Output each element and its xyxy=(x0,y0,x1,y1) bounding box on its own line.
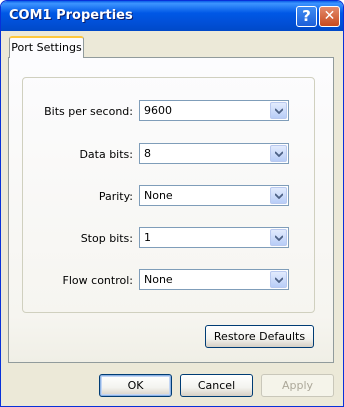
flow-control-select[interactable]: None xyxy=(139,269,289,290)
chevron-down-icon[interactable] xyxy=(270,187,287,204)
parity-label: Parity: xyxy=(98,190,133,203)
stop-bits-value: 1 xyxy=(144,231,151,244)
close-icon: ✕ xyxy=(323,8,336,24)
help-icon: ? xyxy=(302,7,311,25)
stop-bits-select[interactable]: 1 xyxy=(139,227,289,248)
bits-per-second-label: Bits per second: xyxy=(44,105,133,118)
chevron-down-icon[interactable] xyxy=(270,271,287,288)
stop-bits-label: Stop bits: xyxy=(80,232,133,245)
window-title: COM1 Properties xyxy=(9,8,133,23)
apply-button[interactable]: Apply xyxy=(261,374,334,397)
help-button[interactable]: ? xyxy=(296,6,317,27)
parity-value: None xyxy=(144,189,173,202)
data-bits-label: Data bits: xyxy=(79,148,133,161)
data-bits-select[interactable]: 8 xyxy=(139,143,289,164)
data-bits-value: 8 xyxy=(144,147,151,160)
cancel-button[interactable]: Cancel xyxy=(180,374,253,397)
flow-control-value: None xyxy=(144,273,173,286)
tab-port-settings[interactable]: Port Settings xyxy=(9,36,84,58)
bits-per-second-select[interactable]: 9600 xyxy=(139,100,289,121)
parity-select[interactable]: None xyxy=(139,185,289,206)
bits-per-second-value: 9600 xyxy=(144,104,172,117)
close-button[interactable]: ✕ xyxy=(319,6,340,27)
restore-defaults-button[interactable]: Restore Defaults xyxy=(205,325,314,348)
chevron-down-icon[interactable] xyxy=(270,145,287,162)
flow-control-label: Flow control: xyxy=(62,274,133,287)
title-bar[interactable]: COM1 Properties ? ✕ xyxy=(1,1,343,31)
ok-button[interactable]: OK xyxy=(99,374,172,397)
chevron-down-icon[interactable] xyxy=(270,229,287,246)
chevron-down-icon[interactable] xyxy=(270,102,287,119)
